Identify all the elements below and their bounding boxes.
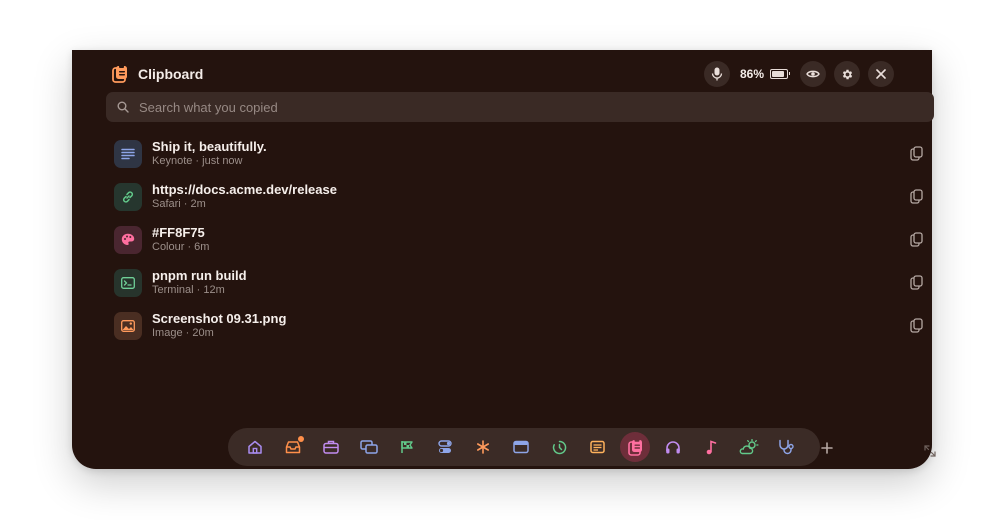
close-icon [876,69,886,79]
copy-icon [910,275,923,290]
dock-flag[interactable] [388,428,426,466]
copy-button[interactable] [910,318,926,334]
image-icon [114,311,142,340]
resize-icon [924,445,936,457]
weather-icon [739,439,759,455]
link-icon [114,182,142,211]
battery-percent: 86% [739,67,764,81]
timer-icon [552,440,566,454]
gear-icon [842,69,852,79]
item-source: Keynote · just now [152,155,243,167]
search-bar[interactable] [106,92,934,122]
search-input[interactable] [137,98,901,116]
app-dock [228,428,820,466]
list-item[interactable]: pnpm run build Terminal · 12m [114,261,934,304]
clipboard-icon [627,439,642,456]
text-lines-icon [114,139,142,168]
eye-icon [806,70,820,78]
item-source: Safari · 2m [152,198,206,210]
flag-icon [401,441,413,453]
dock-music[interactable] [692,428,730,466]
note-icon [589,440,605,454]
clipboard-window: Clipboard 86% Search what you copied Shi… [54,50,950,469]
briefcase-icon [323,440,339,454]
list-item[interactable]: Screenshot 09.31.png Image · 20m [114,304,934,347]
clipboard-app-icon [112,65,130,83]
dock-timer[interactable] [540,428,578,466]
list-item[interactable]: https://docs.acme.dev/release Safari · 2… [114,175,934,218]
search-icon [117,101,129,113]
dock-asterisk[interactable] [464,428,502,466]
music-note-icon [706,439,717,454]
item-source: Terminal · 12m [152,284,225,296]
dock-home[interactable] [236,428,274,466]
palette-icon [114,225,142,254]
list-item[interactable]: #FF8F75 Colour · 6m [114,218,934,261]
item-source: Colour · 6m [152,241,210,253]
asterisk-icon [476,440,489,454]
item-title: Screenshot 09.31.png [152,311,287,326]
battery-status: 86% [739,67,790,81]
home-icon [248,440,262,454]
copy-button[interactable] [910,275,926,291]
add-app-button[interactable] [818,439,836,457]
headphones-icon [666,440,680,453]
dock-note[interactable] [578,428,616,466]
browser-window-icon [513,440,529,454]
settings-button[interactable] [834,61,860,87]
clipboard-list: Ship it, beautifully. Keynote · just now… [114,132,934,347]
dock-windows[interactable] [350,428,388,466]
dock-weather[interactable] [730,428,768,466]
plus-icon [821,442,833,454]
dock-clipboard[interactable] [616,428,654,466]
item-title: pnpm run build [152,268,247,283]
copy-button[interactable] [910,189,926,205]
notification-badge [298,436,304,442]
dock-stethoscope[interactable] [768,428,806,466]
microphone-icon [711,67,723,81]
item-source: Image · 20m [152,327,214,339]
microphone-button[interactable] [703,61,730,87]
list-item[interactable]: Ship it, beautifully. Keynote · just now [114,132,934,175]
copy-button[interactable] [910,232,926,248]
inbox-icon [285,441,301,454]
copy-icon [910,318,923,333]
dock-briefcase[interactable] [312,428,350,466]
copy-icon [910,232,923,247]
copy-button[interactable] [910,146,926,162]
copy-icon [910,146,923,161]
title-bar: Clipboard 86% [112,58,894,90]
dock-browser[interactable] [502,428,540,466]
windows-icon [360,440,378,454]
dock-inbox[interactable] [274,428,312,466]
terminal-icon [114,268,142,297]
toggles-icon [438,440,452,453]
app-title: Clipboard [138,66,204,82]
item-title: https://docs.acme.dev/release [152,182,337,197]
dock-headphones[interactable] [654,428,692,466]
item-title: Ship it, beautifully. [152,139,267,154]
window-body: Clipboard 86% Search what you copied Shi… [72,50,936,469]
close-button[interactable] [868,61,894,87]
stethoscope-icon [779,439,794,455]
copy-icon [910,189,923,204]
item-title: #FF8F75 [152,225,205,240]
resize-handle[interactable] [924,444,936,457]
dock-toggles[interactable] [426,428,464,466]
battery-icon [770,69,790,79]
visibility-button[interactable] [800,61,826,87]
